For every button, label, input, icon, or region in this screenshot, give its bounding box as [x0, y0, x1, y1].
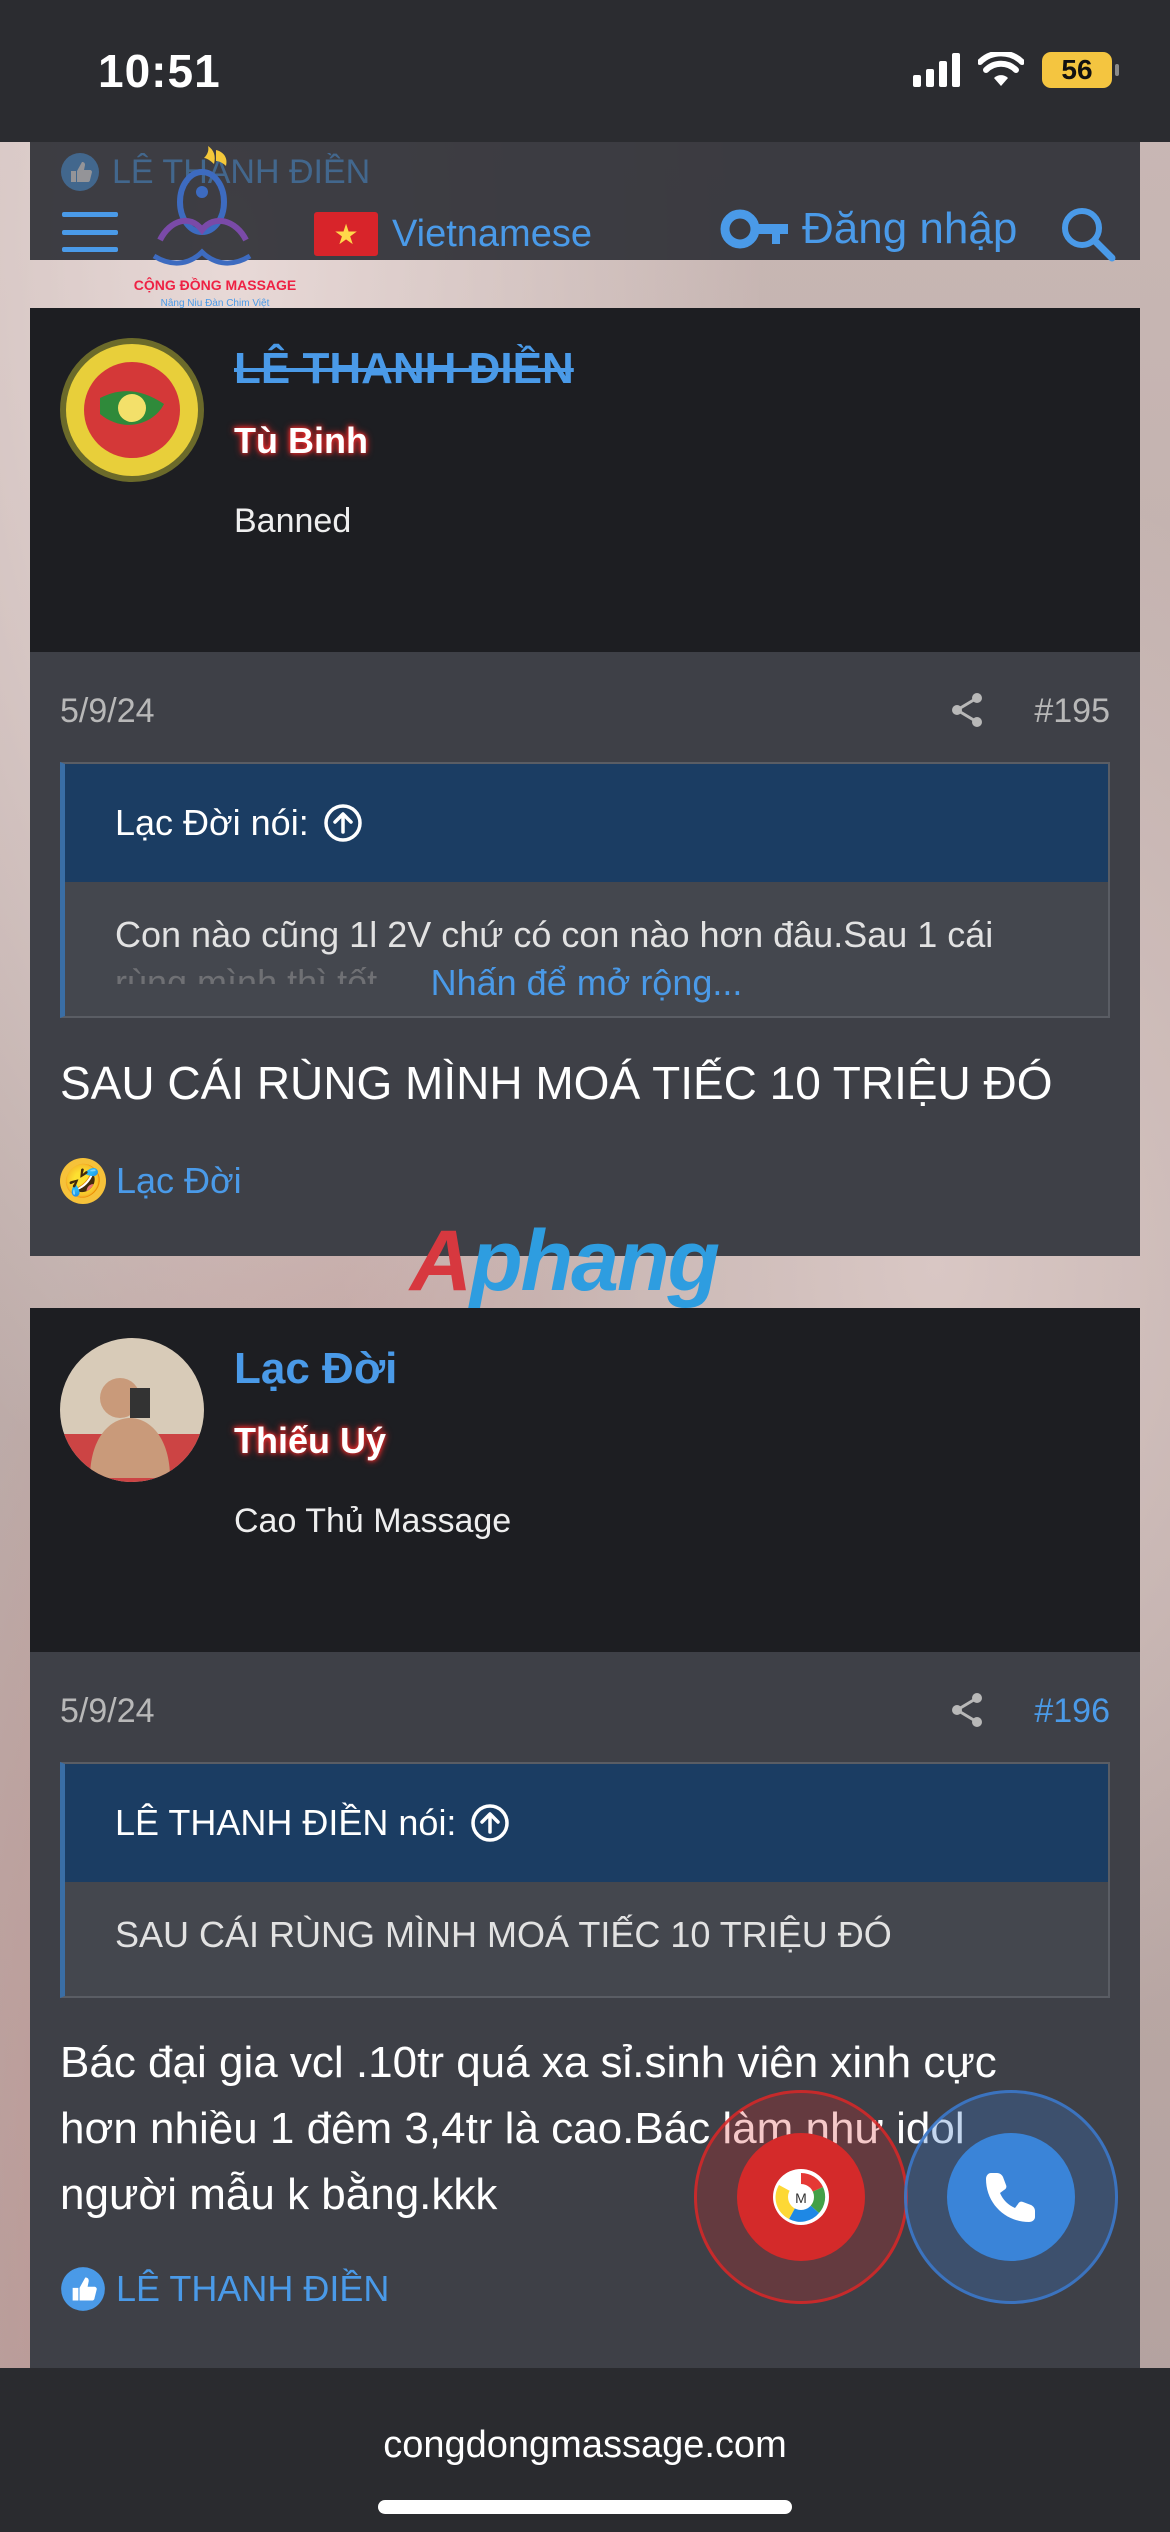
wifi-icon — [978, 52, 1024, 86]
post-username[interactable]: LÊ THANH ĐIỀN — [234, 344, 574, 394]
status-time: 10:51 — [98, 45, 221, 97]
post-number[interactable]: #196 — [1034, 1692, 1110, 1731]
reaction-user[interactable]: LÊ THANH ĐIỀN — [116, 2268, 389, 2310]
messenger-button[interactable]: M — [694, 2090, 908, 2304]
arrow-up-circle-icon[interactable] — [470, 1803, 510, 1843]
share-icon[interactable] — [950, 692, 984, 728]
post-date[interactable]: 5/9/24 — [60, 692, 155, 731]
avatar[interactable] — [60, 338, 204, 482]
cellular-signal-icon — [913, 53, 960, 87]
quote-block: LÊ THANH ĐIỀN nói: SAU CÁI RÙNG MÌNH MOÁ… — [60, 1762, 1110, 1998]
quote-header[interactable]: Lạc Đời nói: — [65, 764, 1108, 882]
phone-icon — [947, 2133, 1075, 2261]
user-title: Cao Thủ Massage — [234, 1502, 512, 1540]
language-selector[interactable]: ★ Vietnamese — [314, 212, 592, 256]
share-icon[interactable] — [950, 1692, 984, 1728]
home-indicator[interactable] — [378, 2500, 792, 2514]
arrow-up-circle-icon[interactable] — [323, 803, 363, 843]
post-number[interactable]: #195 — [1034, 692, 1110, 731]
quote-author: LÊ THANH ĐIỀN nói: — [115, 1802, 457, 1843]
site-logo[interactable]: CỘNG ĐỒNG MASSAGE Nâng Niu Đàn Chim Việt — [130, 140, 300, 322]
status-icons: 56 — [913, 52, 1119, 88]
site-header: LÊ THANH ĐIỀN CỘNG ĐỒNG MASSAGE Nâng Niu… — [30, 142, 1140, 309]
post-author-panel: Lạc Đời Thiếu Uý Cao Thủ Massage — [30, 1308, 1140, 1652]
user-rank: Tù Binh — [234, 420, 368, 461]
expand-quote-link[interactable]: Nhấn để mở rộng... — [65, 962, 1108, 1004]
call-button[interactable] — [904, 2090, 1118, 2304]
laugh-emoji-icon: 🤣 — [60, 1158, 106, 1204]
like-icon — [61, 153, 99, 191]
reaction-summary[interactable]: LÊ THANH ĐIỀN — [60, 2266, 389, 2312]
quote-text: SAU CÁI RÙNG MÌNH MOÁ TIẾC 10 TRIỆU ĐÓ — [115, 1914, 892, 1955]
post-body: 5/9/24 #195 Lạc Đời nói: Con nào cũng 1l… — [30, 652, 1140, 1256]
login-label: Đăng nhập — [802, 204, 1018, 253]
post-username[interactable]: Lạc Đời — [234, 1344, 397, 1394]
vietnam-flag-icon: ★ — [314, 212, 378, 256]
user-title: Banned — [234, 502, 352, 540]
quote-header[interactable]: LÊ THANH ĐIỀN nói: — [65, 1764, 1108, 1882]
key-icon — [720, 209, 788, 249]
address-domain[interactable]: congdongmassage.com — [0, 2424, 1170, 2467]
status-bar: 10:51 56 — [0, 0, 1170, 142]
search-icon[interactable] — [1058, 204, 1116, 262]
svg-text:M: M — [795, 2190, 807, 2206]
battery-icon: 56 — [1042, 52, 1119, 88]
language-label: Vietnamese — [392, 212, 592, 255]
like-icon — [61, 2267, 105, 2311]
quote-text: Con nào cũng 1l 2V chứ có con nào hơn đâ… — [115, 914, 994, 955]
post-195: LÊ THANH ĐIỀN Tù Binh Banned 5/9/24 #195… — [30, 308, 1140, 1256]
login-button[interactable]: Đăng nhập — [720, 204, 1017, 254]
messenger-icon: M — [737, 2133, 865, 2261]
post-author-panel: LÊ THANH ĐIỀN Tù Binh Banned — [30, 308, 1140, 652]
reaction-user[interactable]: Lạc Đời — [116, 1160, 242, 1202]
hamburger-icon[interactable] — [62, 212, 118, 252]
watermark-logo: Aphang — [410, 1213, 720, 1309]
user-rank: Thiếu Uý — [234, 1420, 387, 1461]
avatar[interactable] — [60, 1338, 204, 1482]
reaction-summary[interactable]: 🤣 Lạc Đời — [60, 1158, 242, 1204]
svg-text:CỘNG ĐỒNG MASSAGE: CỘNG ĐỒNG MASSAGE — [134, 276, 297, 293]
browser-address-bar: congdongmassage.com — [0, 2368, 1170, 2532]
post-message: SAU CÁI RÙNG MÌNH MOÁ TIẾC 10 TRIỆU ĐÓ — [60, 1057, 1053, 1109]
quote-author: Lạc Đời nói: — [115, 802, 309, 843]
post-date[interactable]: 5/9/24 — [60, 1692, 155, 1731]
quote-block: Lạc Đời nói: Con nào cũng 1l 2V chứ có c… — [60, 762, 1110, 1018]
